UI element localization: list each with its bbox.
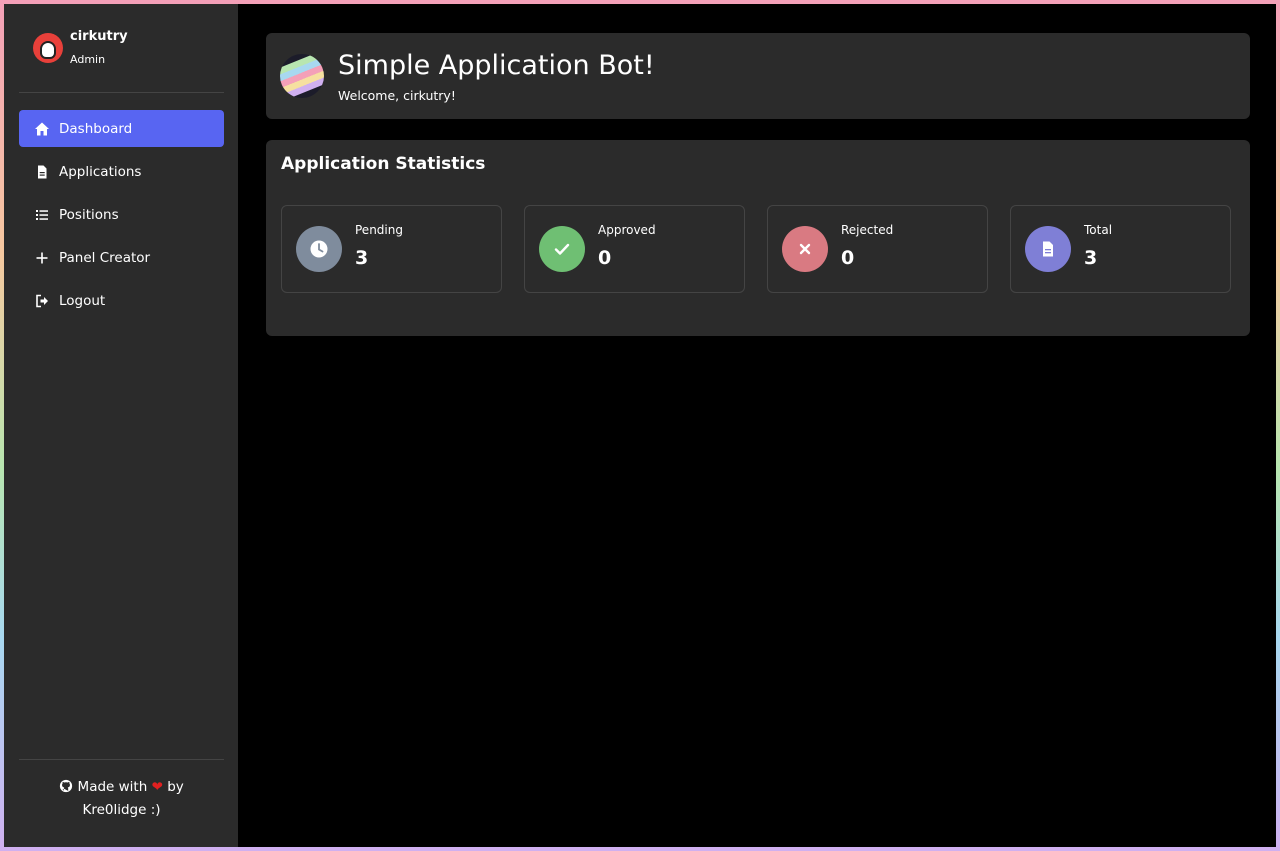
sidebar-item-dashboard[interactable]: Dashboard bbox=[19, 110, 224, 147]
sidebar-item-label: Applications bbox=[59, 163, 142, 180]
plus-icon bbox=[34, 250, 50, 266]
footer-by: by bbox=[167, 779, 184, 795]
home-icon bbox=[34, 121, 50, 137]
user-name: cirkutry bbox=[70, 29, 128, 44]
statistics-title: Application Statistics bbox=[281, 154, 486, 174]
file-icon bbox=[34, 164, 50, 180]
welcome-text: Welcome, cirkutry! bbox=[338, 87, 456, 103]
stat-value: 3 bbox=[1084, 247, 1098, 269]
stat-value: 0 bbox=[841, 247, 855, 269]
stat-row: Pending 3 Approved 0 Rejected 0 Total 3 bbox=[281, 205, 1236, 293]
heart-icon: ❤ bbox=[151, 779, 163, 795]
sidebar-item-panel-creator[interactable]: Panel Creator bbox=[19, 239, 224, 276]
avatar bbox=[33, 33, 63, 63]
stat-rejected: Rejected 0 bbox=[767, 205, 988, 293]
sidebar-item-logout[interactable]: Logout bbox=[19, 282, 224, 319]
sidebar-item-label: Positions bbox=[59, 206, 119, 223]
footer-made-with: Made with bbox=[77, 779, 148, 795]
x-icon bbox=[782, 226, 828, 272]
stat-label: Approved bbox=[598, 223, 656, 237]
stat-total: Total 3 bbox=[1010, 205, 1231, 293]
stat-pending: Pending 3 bbox=[281, 205, 502, 293]
app-logo bbox=[280, 54, 324, 98]
user-profile: cirkutry Admin bbox=[19, 4, 224, 93]
stat-value: 3 bbox=[355, 247, 369, 269]
clock-icon bbox=[296, 226, 342, 272]
github-icon[interactable] bbox=[59, 779, 77, 795]
sidebar-item-label: Panel Creator bbox=[59, 249, 151, 266]
stat-approved: Approved 0 bbox=[524, 205, 745, 293]
sidebar: cirkutry Admin Dashboard Applications Po… bbox=[4, 4, 238, 847]
sidebar-nav: Dashboard Applications Positions Panel C… bbox=[19, 110, 224, 325]
app-frame: cirkutry Admin Dashboard Applications Po… bbox=[4, 4, 1276, 847]
statistics-card: Application Statistics Pending 3 Approve… bbox=[266, 140, 1250, 336]
sidebar-footer: Made with ❤ by Kre0lidge :) bbox=[19, 759, 224, 847]
stat-label: Pending bbox=[355, 223, 403, 237]
page-title: Simple Application Bot! bbox=[338, 49, 655, 81]
user-role: Admin bbox=[70, 53, 106, 66]
logout-icon bbox=[34, 293, 50, 309]
sidebar-item-label: Dashboard bbox=[59, 120, 133, 137]
header-card: Simple Application Bot! Welcome, cirkutr… bbox=[266, 33, 1250, 119]
check-icon bbox=[539, 226, 585, 272]
stat-value: 0 bbox=[598, 247, 612, 269]
document-icon bbox=[1025, 226, 1071, 272]
sidebar-item-applications[interactable]: Applications bbox=[19, 153, 224, 190]
stat-label: Total bbox=[1084, 223, 1113, 237]
list-icon bbox=[34, 207, 50, 223]
main-content: Simple Application Bot! Welcome, cirkutr… bbox=[238, 4, 1276, 847]
sidebar-item-label: Logout bbox=[59, 292, 106, 309]
sidebar-item-positions[interactable]: Positions bbox=[19, 196, 224, 233]
stat-label: Rejected bbox=[841, 223, 894, 237]
footer-author[interactable]: Kre0lidge :) bbox=[19, 799, 224, 822]
